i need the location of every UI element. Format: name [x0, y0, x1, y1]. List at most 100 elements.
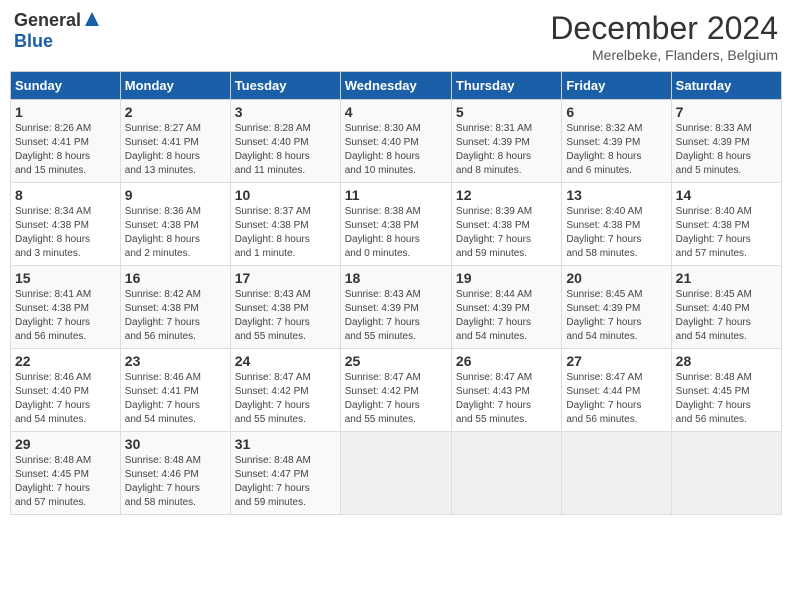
logo-blue: Blue [14, 31, 53, 51]
day-info: Sunrise: 8:48 AMSunset: 4:47 PMDaylight:… [235, 454, 336, 510]
calendar-cell: 25 Sunrise: 8:47 AMSunset: 4:42 PMDayligh… [340, 349, 451, 432]
day-number: 13 [566, 187, 666, 203]
calendar-header-row: Sunday Monday Tuesday Wednesday Thursday… [11, 72, 782, 100]
day-info: Sunrise: 8:44 AMSunset: 4:39 PMDaylight:… [456, 288, 557, 344]
day-info: Sunrise: 8:48 AMSunset: 4:45 PMDaylight:… [676, 371, 777, 427]
calendar-cell: 22 Sunrise: 8:46 AMSunset: 4:40 PMDayligh… [11, 349, 121, 432]
day-number: 14 [676, 187, 777, 203]
day-info: Sunrise: 8:27 AMSunset: 4:41 PMDaylight:… [125, 122, 226, 178]
col-wednesday: Wednesday [340, 72, 451, 100]
day-info: Sunrise: 8:47 AMSunset: 4:44 PMDaylight:… [566, 371, 666, 427]
day-number: 12 [456, 187, 557, 203]
day-number: 6 [566, 104, 666, 120]
day-number: 7 [676, 104, 777, 120]
day-number: 5 [456, 104, 557, 120]
day-number: 22 [15, 353, 116, 369]
col-sunday: Sunday [11, 72, 121, 100]
day-number: 8 [15, 187, 116, 203]
day-info: Sunrise: 8:42 AMSunset: 4:38 PMDaylight:… [125, 288, 226, 344]
month-title: December 2024 [550, 10, 778, 47]
day-info: Sunrise: 8:43 AMSunset: 4:39 PMDaylight:… [345, 288, 447, 344]
day-info: Sunrise: 8:41 AMSunset: 4:38 PMDaylight:… [15, 288, 116, 344]
day-number: 3 [235, 104, 336, 120]
day-number: 29 [15, 436, 116, 452]
calendar-cell: 4 Sunrise: 8:30 AMSunset: 4:40 PMDaylight… [340, 100, 451, 183]
calendar-cell: 12 Sunrise: 8:39 AMSunset: 4:38 PMDayligh… [451, 183, 561, 266]
header: General Blue December 2024 Merelbeke, Fl… [10, 10, 782, 63]
day-number: 25 [345, 353, 447, 369]
day-number: 4 [345, 104, 447, 120]
day-info: Sunrise: 8:40 AMSunset: 4:38 PMDaylight:… [566, 205, 666, 261]
day-info: Sunrise: 8:30 AMSunset: 4:40 PMDaylight:… [345, 122, 447, 178]
day-info: Sunrise: 8:34 AMSunset: 4:38 PMDaylight:… [15, 205, 116, 261]
calendar-cell: 19 Sunrise: 8:44 AMSunset: 4:39 PMDayligh… [451, 266, 561, 349]
col-tuesday: Tuesday [230, 72, 340, 100]
day-info: Sunrise: 8:38 AMSunset: 4:38 PMDaylight:… [345, 205, 447, 261]
calendar-cell: 16 Sunrise: 8:42 AMSunset: 4:38 PMDayligh… [120, 266, 230, 349]
day-number: 2 [125, 104, 226, 120]
day-info: Sunrise: 8:26 AMSunset: 4:41 PMDaylight:… [15, 122, 116, 178]
calendar-cell: 6Sunrise: 8:32 AMSunset: 4:39 PMDaylight… [562, 100, 671, 183]
day-number: 23 [125, 353, 226, 369]
calendar-cell: 30 Sunrise: 8:48 AMSunset: 4:46 PMDayligh… [120, 432, 230, 515]
logo-triangle-icon [83, 10, 101, 28]
calendar-cell: 13 Sunrise: 8:40 AMSunset: 4:38 PMDayligh… [562, 183, 671, 266]
calendar-cell: 15 Sunrise: 8:41 AMSunset: 4:38 PMDayligh… [11, 266, 121, 349]
calendar-cell: 11 Sunrise: 8:38 AMSunset: 4:38 PMDayligh… [340, 183, 451, 266]
calendar-cell: 2 Sunrise: 8:27 AMSunset: 4:41 PMDaylight… [120, 100, 230, 183]
day-info: Sunrise: 8:43 AMSunset: 4:38 PMDaylight:… [235, 288, 336, 344]
day-number: 17 [235, 270, 336, 286]
calendar-cell: 17 Sunrise: 8:43 AMSunset: 4:38 PMDayligh… [230, 266, 340, 349]
day-number: 15 [15, 270, 116, 286]
day-info: Sunrise: 8:45 AMSunset: 4:39 PMDaylight:… [566, 288, 666, 344]
calendar-week-row: 8 Sunrise: 8:34 AMSunset: 4:38 PMDaylight… [11, 183, 782, 266]
calendar-cell: 26 Sunrise: 8:47 AMSunset: 4:43 PMDayligh… [451, 349, 561, 432]
day-info: Sunrise: 8:46 AMSunset: 4:41 PMDaylight:… [125, 371, 226, 427]
calendar-cell: 7Sunrise: 8:33 AMSunset: 4:39 PMDaylight… [671, 100, 781, 183]
day-number: 30 [125, 436, 226, 452]
day-info: Sunrise: 8:31 AMSunset: 4:39 PMDaylight:… [456, 122, 557, 178]
calendar-cell: 18Sunrise: 8:43 AMSunset: 4:39 PMDayligh… [340, 266, 451, 349]
calendar-cell: 9 Sunrise: 8:36 AMSunset: 4:38 PMDaylight… [120, 183, 230, 266]
calendar-week-row: 22 Sunrise: 8:46 AMSunset: 4:40 PMDayligh… [11, 349, 782, 432]
day-number: 19 [456, 270, 557, 286]
day-number: 26 [456, 353, 557, 369]
day-info: Sunrise: 8:47 AMSunset: 4:42 PMDaylight:… [345, 371, 447, 427]
calendar-cell: 3 Sunrise: 8:28 AMSunset: 4:40 PMDaylight… [230, 100, 340, 183]
day-info: Sunrise: 8:48 AMSunset: 4:46 PMDaylight:… [125, 454, 226, 510]
calendar-cell: 10 Sunrise: 8:37 AMSunset: 4:38 PMDayligh… [230, 183, 340, 266]
day-number: 11 [345, 187, 447, 203]
day-number: 21 [676, 270, 777, 286]
calendar-cell: 1Sunrise: 8:26 AMSunset: 4:41 PMDaylight… [11, 100, 121, 183]
day-number: 16 [125, 270, 226, 286]
day-info: Sunrise: 8:47 AMSunset: 4:42 PMDaylight:… [235, 371, 336, 427]
day-info: Sunrise: 8:40 AMSunset: 4:38 PMDaylight:… [676, 205, 777, 261]
day-info: Sunrise: 8:39 AMSunset: 4:38 PMDaylight:… [456, 205, 557, 261]
day-info: Sunrise: 8:36 AMSunset: 4:38 PMDaylight:… [125, 205, 226, 261]
day-number: 10 [235, 187, 336, 203]
col-thursday: Thursday [451, 72, 561, 100]
day-info: Sunrise: 8:45 AMSunset: 4:40 PMDaylight:… [676, 288, 777, 344]
day-info: Sunrise: 8:37 AMSunset: 4:38 PMDaylight:… [235, 205, 336, 261]
calendar-cell: 8 Sunrise: 8:34 AMSunset: 4:38 PMDaylight… [11, 183, 121, 266]
calendar-cell [451, 432, 561, 515]
location-title: Merelbeke, Flanders, Belgium [550, 47, 778, 63]
day-info: Sunrise: 8:48 AMSunset: 4:45 PMDaylight:… [15, 454, 116, 510]
day-info: Sunrise: 8:28 AMSunset: 4:40 PMDaylight:… [235, 122, 336, 178]
calendar-cell: 14 Sunrise: 8:40 AMSunset: 4:38 PMDayligh… [671, 183, 781, 266]
calendar-cell: 31Sunrise: 8:48 AMSunset: 4:47 PMDayligh… [230, 432, 340, 515]
calendar-cell [340, 432, 451, 515]
calendar-week-row: 1Sunrise: 8:26 AMSunset: 4:41 PMDaylight… [11, 100, 782, 183]
title-area: December 2024 Merelbeke, Flanders, Belgi… [550, 10, 778, 63]
day-info: Sunrise: 8:46 AMSunset: 4:40 PMDaylight:… [15, 371, 116, 427]
day-info: Sunrise: 8:47 AMSunset: 4:43 PMDaylight:… [456, 371, 557, 427]
day-number: 24 [235, 353, 336, 369]
col-saturday: Saturday [671, 72, 781, 100]
day-number: 28 [676, 353, 777, 369]
calendar-cell: 5 Sunrise: 8:31 AMSunset: 4:39 PMDaylight… [451, 100, 561, 183]
day-number: 9 [125, 187, 226, 203]
logo-general: General [14, 10, 81, 31]
calendar-cell: 29 Sunrise: 8:48 AMSunset: 4:45 PMDayligh… [11, 432, 121, 515]
day-number: 27 [566, 353, 666, 369]
calendar-week-row: 15 Sunrise: 8:41 AMSunset: 4:38 PMDayligh… [11, 266, 782, 349]
